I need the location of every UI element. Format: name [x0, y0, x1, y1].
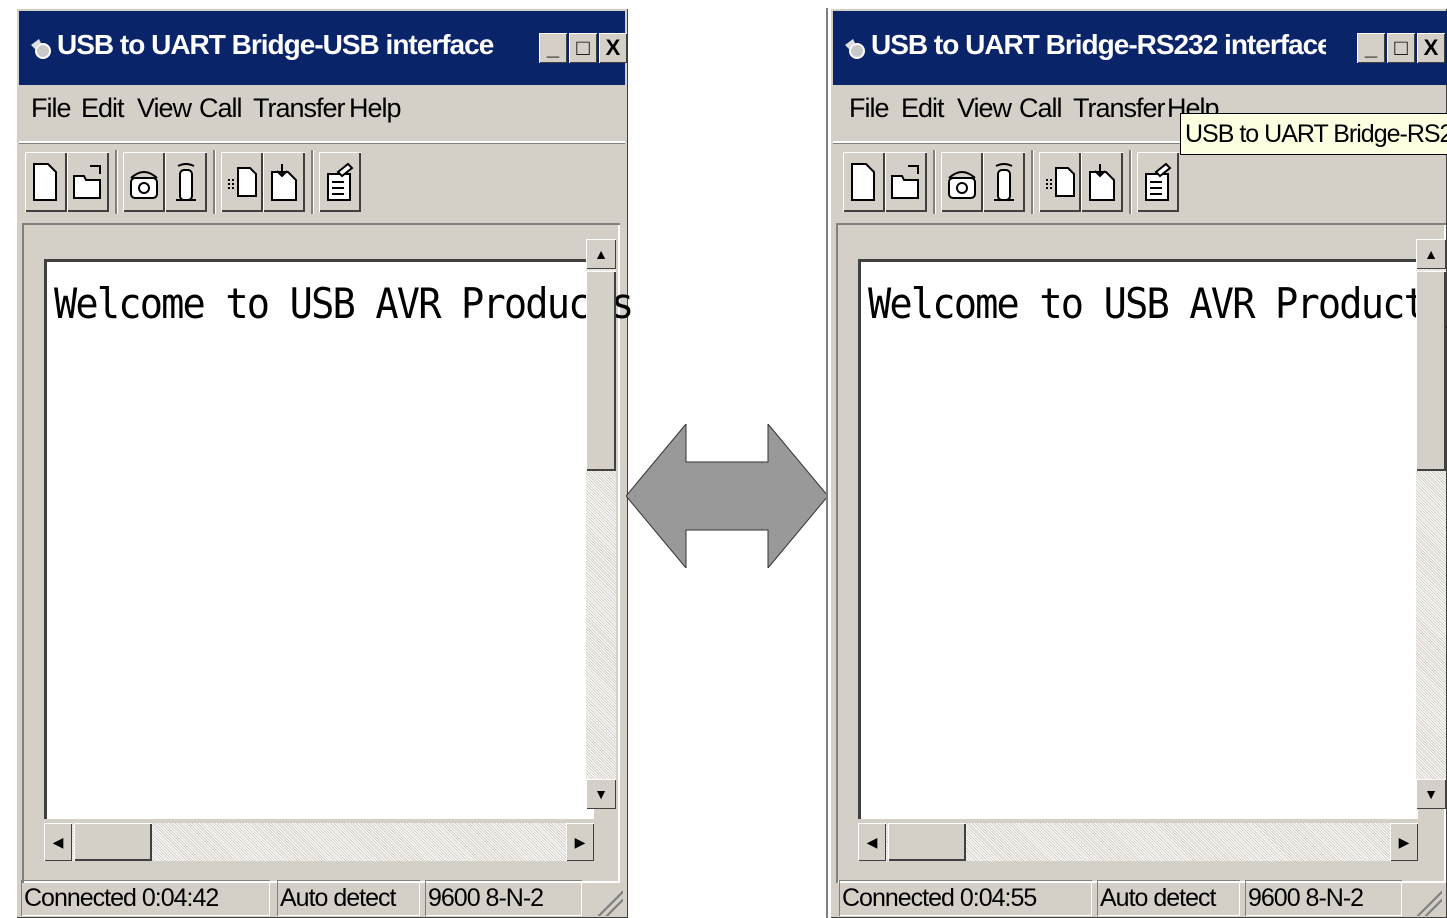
- menu-call[interactable]: Call: [1019, 93, 1063, 124]
- new-file-icon: [33, 163, 57, 201]
- tooltip: USB to UART Bridge-RS232 i: [1180, 113, 1447, 155]
- scroll-left-button[interactable]: ◀: [858, 823, 886, 861]
- properties-button[interactable]: [319, 152, 361, 212]
- toolbar-separator: [115, 150, 117, 214]
- new-file-button[interactable]: [25, 152, 67, 212]
- minimize-button[interactable]: _: [539, 33, 567, 63]
- toolbar-separator: [213, 150, 215, 214]
- toolbar-separator: [933, 150, 935, 214]
- window-title: USB to UART Bridge-USB interface - Hyper…: [57, 29, 497, 60]
- status-bar: Connected 0:04:55 Auto detect 9600 8-N-2: [833, 878, 1444, 918]
- maximize-button[interactable]: □: [569, 33, 597, 63]
- new-file-icon: [851, 163, 875, 201]
- terminal-screen[interactable]: Welcome to USB AVR Products: [44, 259, 634, 819]
- send-button[interactable]: [1039, 152, 1081, 212]
- menu-bar: File Edit View Call Transfer Help: [19, 85, 625, 143]
- horizontal-scrollbar[interactable]: ◀ ▶: [44, 823, 594, 861]
- disconnect-button[interactable]: [983, 152, 1025, 212]
- send-file-icon: [228, 167, 257, 197]
- app-icon: [845, 39, 865, 59]
- resize-grip[interactable]: [1416, 890, 1442, 916]
- scroll-up-button[interactable]: ▲: [1416, 239, 1446, 269]
- new-file-button[interactable]: [843, 152, 885, 212]
- title-bar[interactable]: USB to UART Bridge-RS232 interface - Hyp…: [833, 11, 1447, 85]
- vertical-scroll-thumb[interactable]: [1416, 271, 1446, 471]
- scroll-right-button[interactable]: ▶: [566, 823, 594, 861]
- status-connection: Connected 0:04:55: [839, 880, 1092, 916]
- open-folder-icon: [73, 165, 101, 199]
- menu-file[interactable]: File: [849, 93, 890, 124]
- connect-button[interactable]: [123, 152, 165, 212]
- receive-button[interactable]: [263, 152, 305, 212]
- open-button[interactable]: [67, 152, 109, 212]
- toolbar-separator: [1129, 150, 1131, 214]
- toolbar: [19, 144, 625, 220]
- scroll-down-button[interactable]: ▼: [1416, 779, 1446, 809]
- menu-help[interactable]: Help: [349, 93, 402, 124]
- menu-view[interactable]: View: [137, 93, 192, 124]
- status-bar: Connected 0:04:42 Auto detect 9600 8-N-2: [19, 878, 625, 918]
- terminal-area: Welcome to USB AVR Products_ ▲ ▼ ◀ ▶: [836, 223, 1447, 883]
- menu-transfer[interactable]: Transfer: [253, 93, 346, 124]
- receive-file-icon: [271, 164, 297, 201]
- vertical-scrollbar[interactable]: ▲ ▼: [1416, 239, 1446, 809]
- phone-disconnect-icon: [176, 163, 196, 201]
- menu-transfer[interactable]: Transfer: [1073, 93, 1166, 124]
- phone-disconnect-icon: [994, 163, 1014, 201]
- terminal-text: Welcome to USB AVR Products_: [868, 279, 1447, 328]
- menu-edit[interactable]: Edit: [901, 93, 945, 124]
- connect-button[interactable]: [941, 152, 983, 212]
- status-connection: Connected 0:04:42: [21, 880, 270, 916]
- close-button[interactable]: X: [599, 33, 627, 63]
- status-settings: 9600 8-N-2: [425, 880, 582, 916]
- horizontal-scroll-thumb[interactable]: [74, 823, 152, 861]
- toolbar-separator: [311, 150, 313, 214]
- window-title: USB to UART Bridge-RS232 interface - Hyp…: [871, 29, 1326, 60]
- vertical-scroll-thumb[interactable]: [586, 271, 616, 471]
- scroll-up-button[interactable]: ▲: [586, 239, 616, 269]
- receive-button[interactable]: [1081, 152, 1123, 212]
- scroll-left-button[interactable]: ◀: [44, 823, 72, 861]
- window-edge: [826, 8, 828, 918]
- resize-grip[interactable]: [597, 890, 623, 916]
- properties-icon: [327, 162, 354, 201]
- receive-file-icon: [1089, 164, 1115, 201]
- scroll-right-button[interactable]: ▶: [1390, 823, 1418, 861]
- horizontal-scrollbar[interactable]: ◀ ▶: [858, 823, 1418, 861]
- menu-call[interactable]: Call: [199, 93, 243, 124]
- phone-connect-icon: [130, 171, 158, 199]
- properties-icon: [1145, 162, 1172, 201]
- title-bar[interactable]: USB to UART Bridge-USB interface - Hyper…: [19, 11, 627, 85]
- terminal-area: Welcome to USB AVR Products ▲ ▼ ◀ ▶: [22, 223, 634, 883]
- close-button[interactable]: X: [1417, 33, 1445, 63]
- send-file-icon: [1046, 167, 1075, 197]
- phone-connect-icon: [948, 171, 976, 199]
- menu-view[interactable]: View: [957, 93, 1012, 124]
- open-button[interactable]: [885, 152, 927, 212]
- terminal-text: Welcome to USB AVR Products: [54, 279, 634, 328]
- hyperterminal-window-usb: USB to UART Bridge-USB interface - Hyper…: [16, 8, 634, 918]
- app-icon: [31, 39, 51, 59]
- properties-button[interactable]: [1137, 152, 1179, 212]
- send-button[interactable]: [221, 152, 263, 212]
- toolbar-separator: [1031, 150, 1033, 214]
- status-settings: 9600 8-N-2: [1245, 880, 1402, 916]
- terminal-screen[interactable]: Welcome to USB AVR Products_: [858, 259, 1447, 819]
- menu-file[interactable]: File: [31, 93, 72, 124]
- status-detect: Auto detect: [277, 880, 420, 916]
- maximize-button[interactable]: □: [1387, 33, 1415, 63]
- scroll-down-button[interactable]: ▼: [586, 779, 616, 809]
- minimize-button[interactable]: _: [1357, 33, 1385, 63]
- menu-edit[interactable]: Edit: [81, 93, 125, 124]
- double-arrow-icon: [626, 424, 828, 568]
- open-folder-icon: [891, 165, 919, 199]
- status-detect: Auto detect: [1097, 880, 1240, 916]
- toolbar: [833, 144, 1444, 220]
- vertical-scrollbar[interactable]: ▲ ▼: [586, 239, 616, 809]
- disconnect-button[interactable]: [165, 152, 207, 212]
- horizontal-scroll-thumb[interactable]: [888, 823, 966, 861]
